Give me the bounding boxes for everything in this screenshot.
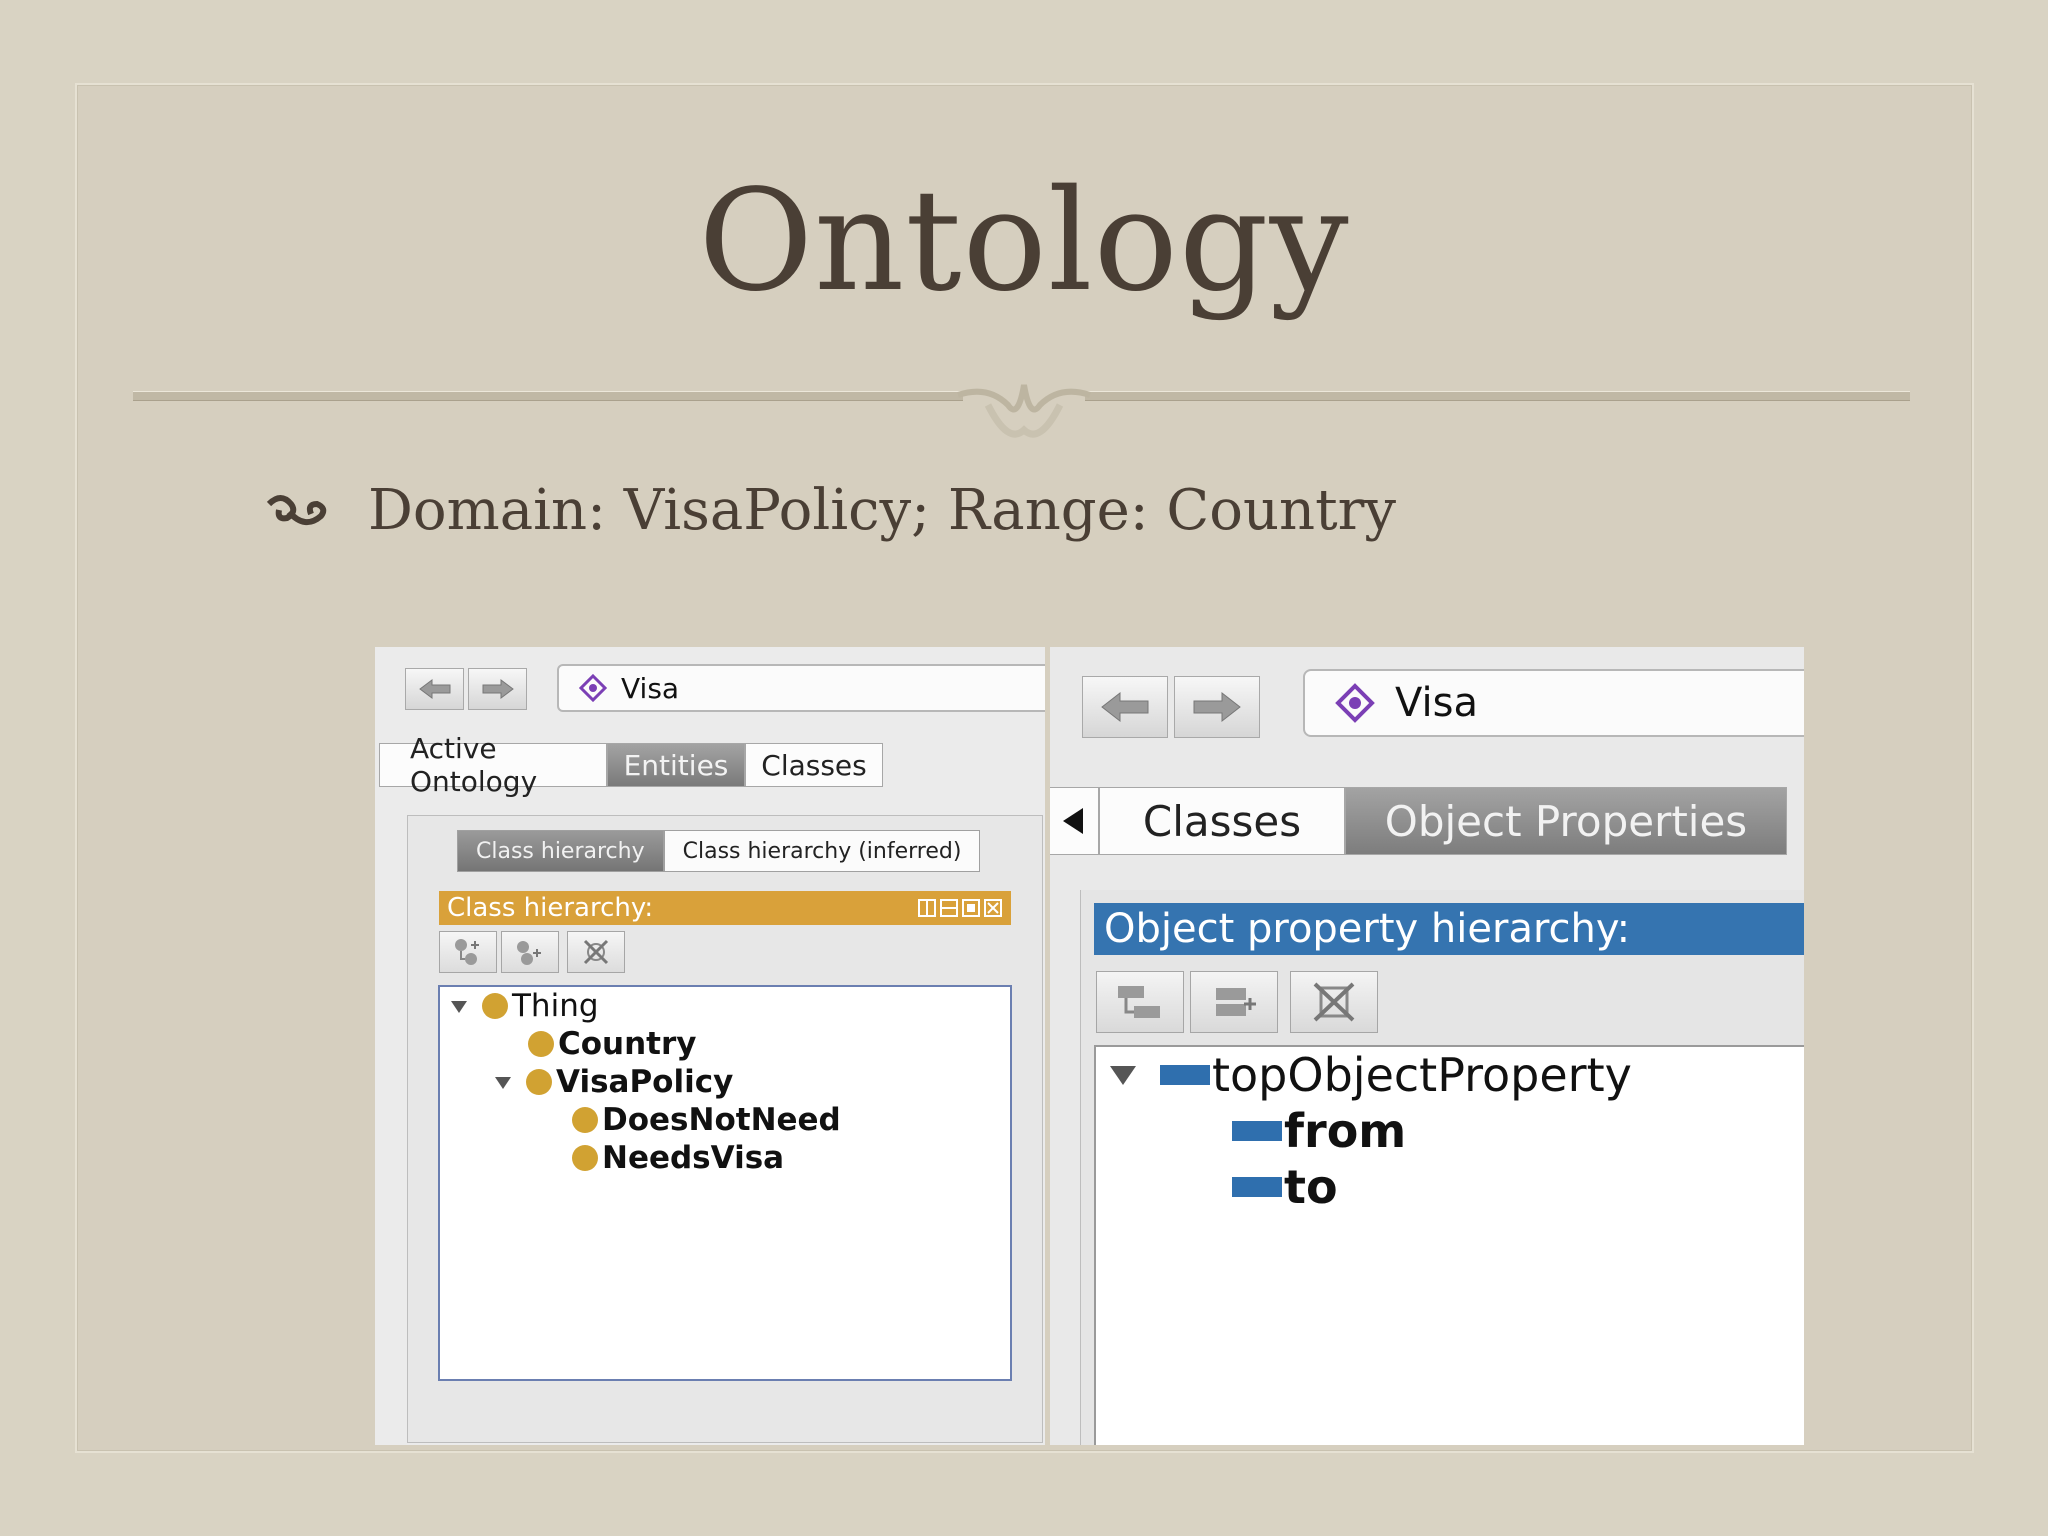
entity-diamond-icon (579, 674, 607, 702)
property-bar-icon (1160, 1065, 1210, 1085)
forward-arrow-icon (482, 679, 514, 699)
class-dot-icon (572, 1107, 598, 1133)
back-arrow-icon (418, 679, 450, 699)
ornament-icon (957, 384, 1091, 438)
property-hierarchy-title: Object property hierarchy: (1104, 906, 1631, 952)
protege-class-view: Visa Active Ontology Entities Classes Cl… (375, 647, 1045, 1445)
tree-node-label: from (1284, 1104, 1407, 1158)
class-dot-icon (572, 1145, 598, 1171)
tree-node-label: NeedsVisa (602, 1140, 785, 1176)
forward-button[interactable] (468, 668, 527, 710)
delete-icon (583, 939, 609, 965)
tree-node-visapolicy[interactable]: VisaPolicy (492, 1063, 733, 1101)
add-subproperty-icon (1118, 986, 1160, 1018)
add-subclass-button[interactable] (439, 931, 497, 973)
delete-class-button[interactable] (567, 931, 625, 973)
collapse-triangle-icon[interactable] (448, 995, 470, 1017)
add-subclass-icon (455, 939, 479, 965)
delete-icon (1313, 982, 1355, 1022)
fleuron-icon (266, 495, 327, 525)
property-tree: topObjectProperty from to (1094, 1045, 1804, 1445)
hierarchy-subtabs: Class hierarchy Class hierarchy (inferre… (457, 830, 981, 874)
collapse-triangle-icon[interactable] (492, 1071, 514, 1093)
forward-button[interactable] (1174, 676, 1260, 738)
class-hierarchy-header: Class hierarchy: (439, 891, 1011, 925)
subtab-class-hierarchy[interactable]: Class hierarchy (457, 830, 664, 872)
class-dot-icon (528, 1031, 554, 1057)
tab-scroll-left[interactable] (1050, 787, 1099, 855)
property-bar-icon (1232, 1177, 1282, 1197)
property-toolbar (1096, 971, 1384, 1035)
class-toolbar (439, 931, 629, 973)
protege-property-view: Visa Classes Object Properties Object pr… (1050, 647, 1804, 1445)
class-hierarchy-title: Class hierarchy: (447, 893, 654, 923)
back-button[interactable] (1082, 676, 1168, 738)
forward-arrow-icon (1193, 691, 1241, 723)
tab-classes[interactable]: Classes (745, 743, 883, 787)
tree-node-label: VisaPolicy (556, 1064, 734, 1100)
tab-entities[interactable]: Entities (607, 743, 745, 787)
tab-object-properties[interactable]: Object Properties (1345, 787, 1787, 855)
collapse-triangle-icon[interactable] (1108, 1063, 1138, 1087)
back-button[interactable] (405, 668, 464, 710)
tree-node-country[interactable]: Country (528, 1025, 697, 1063)
history-nav (405, 668, 527, 710)
tree-node-needsvisa[interactable]: NeedsVisa (572, 1139, 784, 1177)
class-tree: Thing Country VisaPolicy DoesNotNeed Nee… (438, 985, 1012, 1381)
tree-node-label: Country (558, 1026, 697, 1062)
tree-node-topobjectproperty[interactable]: topObjectProperty (1108, 1047, 1632, 1103)
back-arrow-icon (1101, 691, 1149, 723)
add-sibling-icon (517, 941, 541, 965)
delete-property-button[interactable] (1290, 971, 1378, 1033)
tree-node-label: DoesNotNeed (602, 1102, 841, 1138)
entity-tabs: Classes Object Properties (1050, 787, 1787, 855)
property-bar-icon (1232, 1121, 1282, 1141)
subtab-class-hierarchy-inferred[interactable]: Class hierarchy (inferred) (663, 830, 981, 872)
history-nav (1082, 676, 1260, 738)
slide-title: Ontology (698, 160, 1350, 323)
add-subproperty-button[interactable] (1096, 971, 1184, 1033)
tree-node-label: Thing (512, 988, 599, 1024)
tree-node-from[interactable]: from (1232, 1104, 1407, 1158)
tree-node-label: to (1284, 1160, 1338, 1214)
add-sibling-button[interactable] (501, 931, 559, 973)
entity-field-text: Visa (621, 671, 680, 705)
add-sibling-property-button[interactable] (1190, 971, 1278, 1033)
title-rule-right (1085, 391, 1910, 401)
workspace-tabs: Active Ontology Entities Classes (379, 732, 883, 798)
tab-classes[interactable]: Classes (1099, 787, 1345, 855)
entity-field-text: Visa (1395, 680, 1478, 726)
tree-node-to[interactable]: to (1232, 1160, 1338, 1214)
tab-active-ontology[interactable]: Active Ontology (379, 732, 607, 798)
tree-node-thing[interactable]: Thing (448, 987, 599, 1025)
title-rule-left (133, 391, 963, 401)
entity-diamond-icon (1335, 683, 1375, 723)
view-controls-icon[interactable] (917, 897, 1003, 919)
class-dot-icon (482, 993, 508, 1019)
class-dot-icon (526, 1069, 552, 1095)
tree-node-label: topObjectProperty (1212, 1048, 1632, 1102)
tree-node-doesnotneed[interactable]: DoesNotNeed (572, 1101, 841, 1139)
left-triangle-icon (1063, 808, 1083, 834)
active-entity-field[interactable]: Visa (1303, 669, 1804, 737)
property-hierarchy-header: Object property hierarchy: (1094, 903, 1804, 955)
add-sibling-property-icon (1216, 988, 1256, 1016)
active-entity-field[interactable]: Visa (557, 664, 1045, 712)
bullet-text: Domain: VisaPolicy; Range: Country (368, 478, 1397, 543)
